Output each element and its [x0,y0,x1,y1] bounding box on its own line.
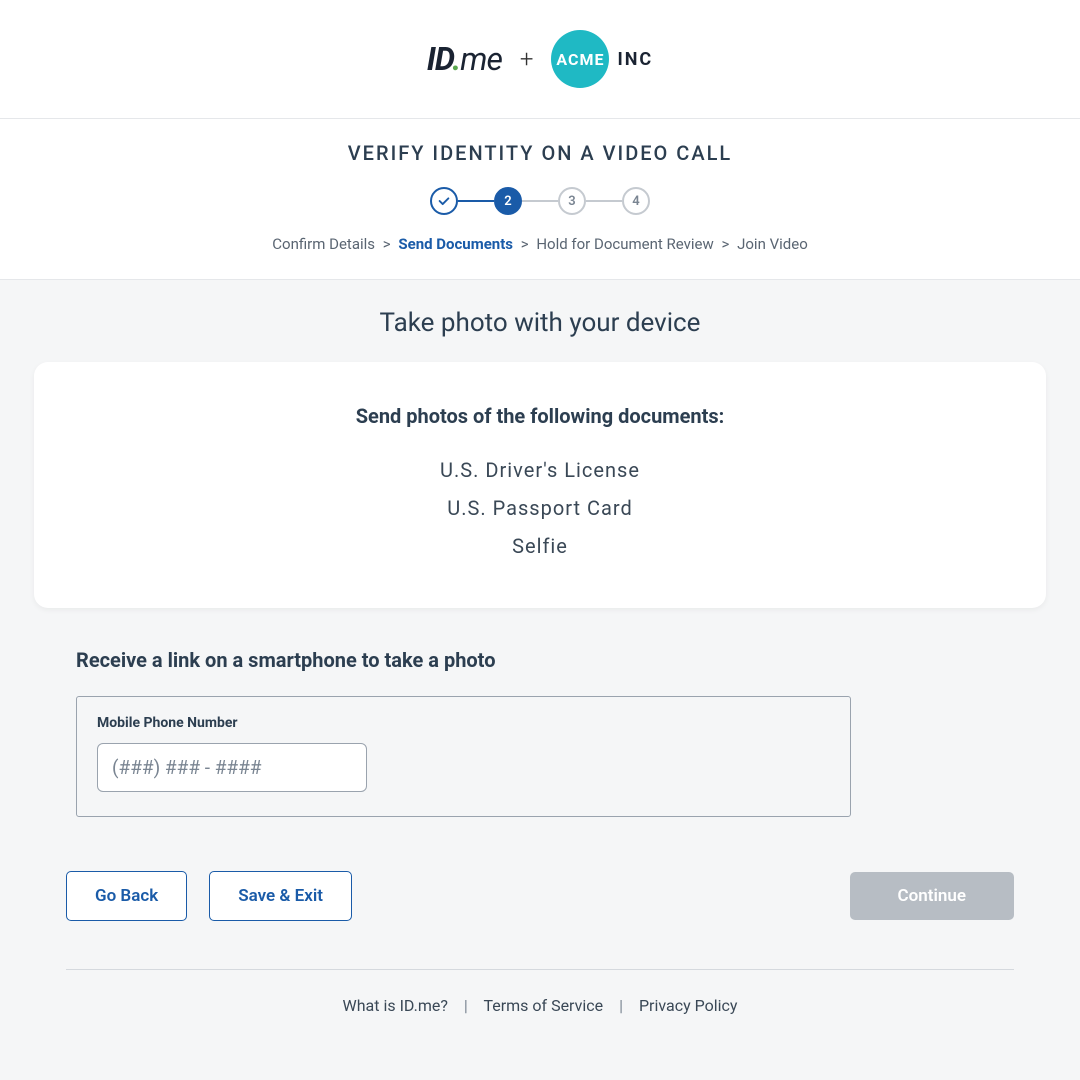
documents-heading: Send photos of the following documents: [64,404,1016,428]
save-exit-button[interactable]: Save & Exit [209,871,352,921]
breadcrumb-step3: Hold for Document Review [536,235,713,253]
breadcrumb-step4: Join Video [737,235,808,253]
footer-privacy-link[interactable]: Privacy Policy [639,996,738,1015]
idme-logo-id: ID [427,40,452,78]
footer: What is ID.me? | Terms of Service | Priv… [66,969,1014,1015]
go-back-button[interactable]: Go Back [66,871,187,921]
page-title: Take photo with your device [0,280,1080,362]
footer-tos-link[interactable]: Terms of Service [483,996,603,1015]
breadcrumb-sep: > [521,235,529,253]
step-line-1-2 [458,200,494,202]
breadcrumb-sep: > [383,235,391,253]
step-3-pending: 3 [558,187,586,215]
plus-icon: + [520,45,534,73]
phone-input[interactable] [97,743,367,792]
idme-logo: ID.me [427,40,502,78]
breadcrumb-sep: > [722,235,730,253]
breadcrumb: Confirm Details > Send Documents > Hold … [0,235,1080,253]
doc-item-selfie: Selfie [64,534,1016,558]
step-indicators: 2 3 4 [0,187,1080,215]
doc-item-passport: U.S. Passport Card [64,496,1016,520]
step-1-complete [430,187,458,215]
doc-item-license: U.S. Driver's License [64,458,1016,482]
continue-button[interactable]: Continue [850,872,1015,920]
footer-sep: | [464,996,468,1015]
steps-section: VERIFY IDENTITY ON A VIDEO CALL 2 3 4 Co… [0,119,1080,280]
idme-logo-me: me [460,40,502,78]
breadcrumb-step1: Confirm Details [272,235,375,253]
acme-inc-text: INC [617,49,653,70]
phone-box: Mobile Phone Number [76,696,851,817]
step-line-2-3 [522,200,558,202]
phone-label: Mobile Phone Number [97,715,830,731]
documents-list: U.S. Driver's License U.S. Passport Card… [64,458,1016,558]
phone-heading: Receive a link on a smartphone to take a… [76,648,1004,672]
breadcrumb-step2-active: Send Documents [398,235,513,253]
check-icon [437,194,451,208]
footer-sep: | [619,996,623,1015]
step-line-3-4 [586,200,622,202]
documents-card: Send photos of the following documents: … [34,362,1046,608]
action-buttons: Go Back Save & Exit Continue [0,817,1080,921]
step-4-pending: 4 [622,187,650,215]
acme-circle: ACME [551,30,609,88]
step-2-active: 2 [494,187,522,215]
phone-section: Receive a link on a smartphone to take a… [0,608,1080,817]
header-logos: ID.me + ACME INC [0,0,1080,119]
steps-title: VERIFY IDENTITY ON A VIDEO CALL [0,141,1080,165]
footer-what-link[interactable]: What is ID.me? [343,996,448,1015]
acme-logo: ACME INC [551,30,653,88]
